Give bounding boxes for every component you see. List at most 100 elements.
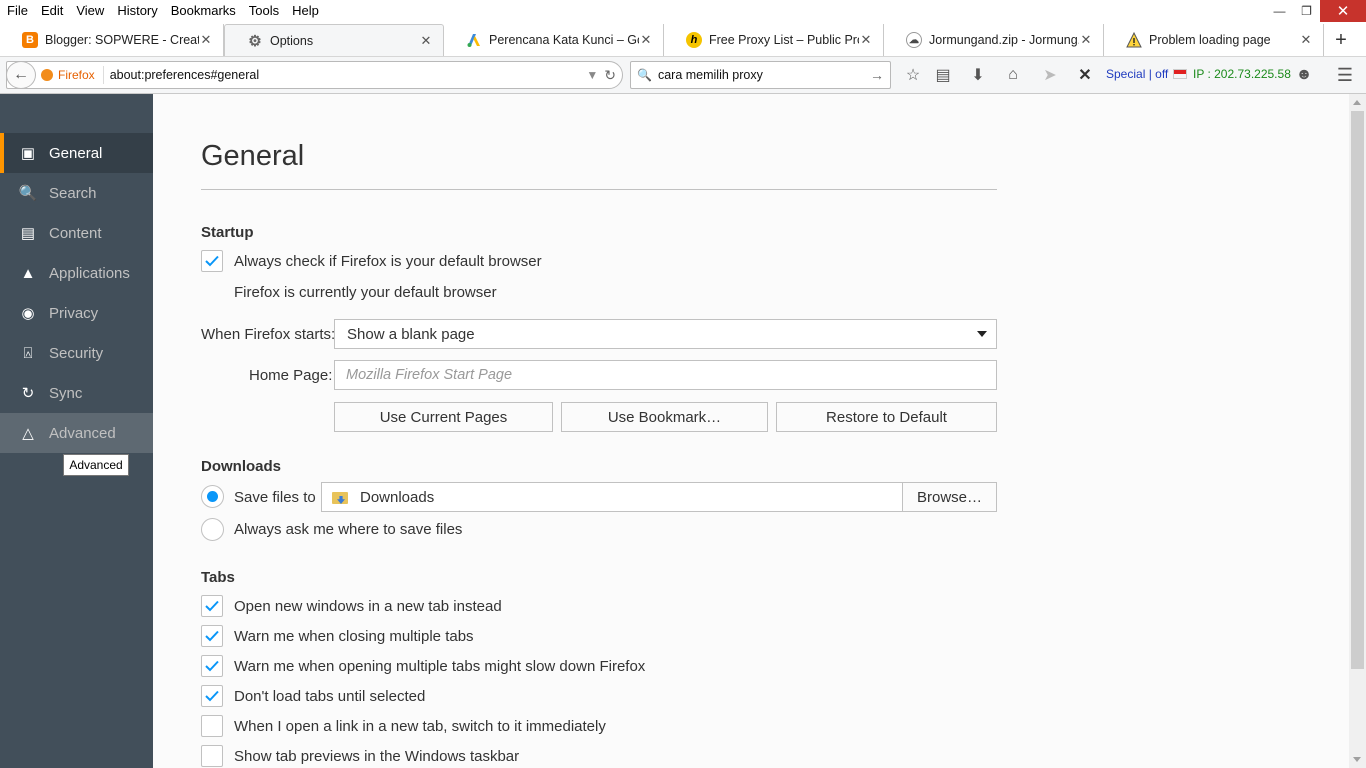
tab-strip: B Blogger: SOPWERE - Creat... ✕ ⚙ Option… bbox=[0, 22, 1366, 56]
checkmark-icon bbox=[205, 600, 219, 612]
dont-load-tabs-checkbox[interactable] bbox=[201, 685, 223, 707]
search-icon: 🔍 bbox=[18, 185, 38, 202]
default-browser-label[interactable]: Always check if Firefox is your default … bbox=[234, 253, 542, 270]
preferences-sidebar: ▣ General 🔍 Search ▤ Content ▲ Applicati… bbox=[0, 94, 153, 768]
tab-title: Blogger: SOPWERE - Creat... bbox=[45, 33, 199, 47]
category-sync[interactable]: ↻ Sync bbox=[0, 373, 153, 413]
always-ask-radio[interactable] bbox=[201, 518, 224, 541]
download-folder-name: Downloads bbox=[360, 488, 435, 506]
warn-closing-checkbox[interactable] bbox=[201, 625, 223, 647]
tab-jormungand[interactable]: ☁ Jormungand.zip - Jormung... ✕ bbox=[884, 24, 1104, 56]
minimize-button[interactable]: — bbox=[1266, 0, 1293, 22]
download-folder-field: Downloads bbox=[321, 482, 903, 512]
category-label: Security bbox=[49, 344, 104, 362]
scroll-down-arrow-icon[interactable] bbox=[1353, 757, 1361, 762]
menu-history[interactable]: History bbox=[110, 1, 163, 21]
category-search[interactable]: 🔍 Search bbox=[0, 173, 153, 213]
x-extension-icon[interactable]: ✕ bbox=[1075, 65, 1095, 85]
advanced-tooltip: Advanced bbox=[63, 454, 129, 476]
search-bar[interactable]: 🔍 cara memilih proxy → bbox=[630, 61, 891, 89]
home-page-label: Home Page: bbox=[249, 367, 333, 384]
startup-page-select[interactable]: Show a blank page bbox=[334, 319, 997, 349]
menu-help[interactable]: Help bbox=[285, 1, 325, 21]
tab-blogger[interactable]: B Blogger: SOPWERE - Creat... ✕ bbox=[0, 24, 224, 56]
downloads-icon[interactable]: ⬇ bbox=[968, 65, 988, 85]
smiley-icon[interactable]: ☻ bbox=[1294, 65, 1314, 85]
home-page-input[interactable] bbox=[346, 367, 996, 383]
tab-title: Problem loading page bbox=[1149, 33, 1271, 47]
tab-close-icon[interactable]: ✕ bbox=[1299, 32, 1313, 48]
category-label: Sync bbox=[49, 384, 83, 402]
special-toggle[interactable]: Special | off bbox=[1106, 67, 1168, 81]
menu-tools[interactable]: Tools bbox=[242, 1, 285, 21]
restore-default-button[interactable]: Restore to Default bbox=[776, 402, 997, 432]
switch-to-tab-label[interactable]: When I open a link in a new tab, switch … bbox=[234, 718, 606, 735]
menu-view[interactable]: View bbox=[69, 1, 110, 21]
restore-button[interactable]: ❐ bbox=[1293, 0, 1320, 22]
always-ask-label[interactable]: Always ask me where to save files bbox=[234, 521, 462, 538]
use-current-pages-button[interactable]: Use Current Pages bbox=[334, 402, 553, 432]
checkmark-icon bbox=[205, 690, 219, 702]
tab-close-icon[interactable]: ✕ bbox=[639, 32, 653, 48]
default-browser-checkbox[interactable] bbox=[201, 250, 223, 272]
category-advanced[interactable]: △ Advanced bbox=[0, 413, 153, 453]
category-general[interactable]: ▣ General bbox=[0, 133, 153, 173]
identity-label: Firefox bbox=[58, 68, 95, 82]
reading-list-icon[interactable]: ▤ bbox=[933, 65, 953, 85]
flag-icon bbox=[1173, 69, 1187, 79]
open-new-windows-label[interactable]: Open new windows in a new tab instead bbox=[234, 598, 502, 615]
url-text[interactable]: about:preferences#general bbox=[110, 68, 587, 82]
window-controls: — ❐ ✕ bbox=[1266, 0, 1366, 22]
close-window-button[interactable]: ✕ bbox=[1320, 0, 1366, 22]
switch-to-tab-checkbox[interactable] bbox=[201, 715, 223, 737]
save-files-radio[interactable] bbox=[201, 485, 224, 508]
menu-edit[interactable]: Edit bbox=[34, 1, 69, 21]
browse-button[interactable]: Browse… bbox=[902, 482, 997, 512]
menu-bookmarks[interactable]: Bookmarks bbox=[164, 1, 242, 21]
category-security[interactable]: ⍓ Security bbox=[0, 333, 153, 373]
back-button[interactable]: ← bbox=[6, 61, 36, 89]
dont-load-tabs-label[interactable]: Don't load tabs until selected bbox=[234, 688, 425, 705]
warn-opening-checkbox[interactable] bbox=[201, 655, 223, 677]
general-icon: ▣ bbox=[20, 145, 36, 162]
category-applications[interactable]: ▲ Applications bbox=[0, 253, 153, 293]
save-files-label[interactable]: Save files to bbox=[234, 489, 316, 506]
ip-label: IP : 202.73.225.58 bbox=[1193, 67, 1291, 81]
tab-previews-label[interactable]: Show tab previews in the Windows taskbar bbox=[234, 748, 519, 765]
title-divider bbox=[201, 189, 997, 190]
tab-close-icon[interactable]: ✕ bbox=[1079, 32, 1093, 48]
search-icon[interactable]: 🔍 bbox=[637, 68, 652, 82]
url-bar[interactable]: ← Firefox about:preferences#general ▼ ↻ bbox=[6, 61, 623, 89]
url-dropdown-icon[interactable]: ▼ bbox=[586, 68, 598, 82]
tab-keyword-planner[interactable]: Perencana Kata Kunci – Go... ✕ bbox=[444, 24, 664, 56]
identity-box[interactable]: Firefox bbox=[41, 66, 104, 84]
use-bookmark-button[interactable]: Use Bookmark… bbox=[561, 402, 768, 432]
warn-opening-label[interactable]: Warn me when opening multiple tabs might… bbox=[234, 658, 645, 675]
search-input[interactable]: cara memilih proxy bbox=[658, 68, 870, 82]
menu-file[interactable]: File bbox=[0, 1, 34, 21]
tab-close-icon[interactable]: ✕ bbox=[199, 32, 213, 48]
warn-closing-label[interactable]: Warn me when closing multiple tabs bbox=[234, 628, 474, 645]
vertical-scrollbar[interactable] bbox=[1349, 94, 1366, 768]
tab-close-icon[interactable]: ✕ bbox=[859, 32, 873, 48]
new-tab-button[interactable]: + bbox=[1324, 24, 1358, 56]
tab-previews-checkbox[interactable] bbox=[201, 745, 223, 767]
open-new-windows-checkbox[interactable] bbox=[201, 595, 223, 617]
scrollbar-thumb[interactable] bbox=[1351, 111, 1364, 669]
scroll-up-arrow-icon[interactable] bbox=[1353, 100, 1361, 105]
reload-icon[interactable]: ↻ bbox=[604, 67, 616, 84]
category-privacy[interactable]: ◉ Privacy bbox=[0, 293, 153, 333]
search-go-icon[interactable]: → bbox=[870, 67, 884, 83]
bookmark-star-icon[interactable]: ☆ bbox=[903, 65, 923, 85]
tab-proxy-list[interactable]: h Free Proxy List – Public Pro... ✕ bbox=[664, 24, 884, 56]
tab-close-icon[interactable]: ✕ bbox=[419, 33, 433, 49]
category-content[interactable]: ▤ Content bbox=[0, 213, 153, 253]
home-icon[interactable]: ⌂ bbox=[1003, 65, 1023, 85]
nav-toolbar: ← Firefox about:preferences#general ▼ ↻ … bbox=[0, 56, 1366, 94]
hamburger-menu-icon[interactable]: ☰ bbox=[1335, 65, 1355, 85]
tab-problem-loading[interactable]: Problem loading page ✕ bbox=[1104, 24, 1324, 56]
tab-options[interactable]: ⚙ Options ✕ bbox=[224, 24, 444, 56]
category-label: Content bbox=[49, 224, 102, 242]
send-icon[interactable]: ➤ bbox=[1040, 65, 1060, 85]
home-page-field[interactable] bbox=[334, 360, 997, 390]
